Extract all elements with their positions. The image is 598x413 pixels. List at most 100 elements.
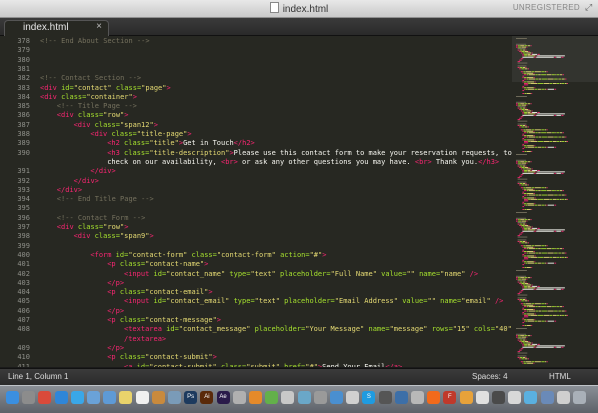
minimap-token (527, 77, 534, 79)
photos-icon[interactable] (151, 391, 165, 404)
indentation-setting[interactable]: Spaces: 4 (472, 372, 508, 381)
code-token: </p> (107, 343, 125, 352)
fullscreen-icon[interactable]: ⤢ (585, 3, 594, 12)
downloads-icon[interactable] (540, 391, 554, 404)
minimap-token (523, 281, 526, 283)
app-icon-3[interactable] (313, 391, 327, 404)
minimap-token (519, 341, 521, 342)
trash-icon[interactable] (573, 391, 586, 404)
minimap-token (547, 194, 554, 196)
minimap-token (517, 352, 528, 354)
minimap[interactable] (512, 36, 598, 367)
minimap-token (552, 74, 555, 76)
notes-icon[interactable] (119, 391, 133, 404)
mail-icon[interactable] (87, 391, 100, 404)
minimap-token (522, 133, 525, 135)
app-icon-6[interactable] (378, 391, 392, 404)
code-token: class= (90, 232, 120, 241)
skype-icon[interactable]: S (362, 391, 376, 404)
minimap-token (516, 38, 527, 39)
after-effects-icon[interactable]: Ae (216, 391, 230, 404)
code-line: <a id="contact-submit" class="submit" hr… (124, 363, 402, 368)
code-token: "container" (86, 92, 133, 101)
minimap-token (524, 200, 529, 202)
minimap-token (526, 168, 532, 170)
illustrator-icon[interactable]: Ai (200, 391, 214, 404)
photoshop-icon[interactable]: Ps (184, 391, 198, 404)
app-icon-8[interactable] (411, 391, 424, 404)
folder-icon[interactable] (103, 391, 117, 404)
filezilla-icon[interactable]: F (443, 391, 457, 404)
app-icon[interactable] (232, 391, 246, 404)
minimap-token (529, 190, 535, 192)
safari-icon[interactable] (54, 391, 68, 404)
app-icon-10[interactable] (475, 391, 489, 404)
line-number: 402 (17, 269, 30, 278)
code-token: class= (119, 139, 150, 148)
minimap-token (524, 109, 528, 110)
code-line: <!-- Contact Section --> (40, 74, 141, 83)
cube-icon[interactable] (297, 391, 311, 404)
app-icon-5[interactable] (346, 391, 360, 404)
app-icon-9[interactable] (459, 391, 473, 404)
app-icon-12[interactable] (508, 391, 522, 404)
minimap-token (527, 335, 531, 337)
app-icon-7[interactable] (394, 391, 408, 404)
code-area[interactable]: <!-- End About Section --> <!-- Contact S… (40, 36, 520, 368)
minimap-token (565, 252, 567, 254)
minimap-token (538, 132, 541, 134)
finder-icon[interactable] (6, 391, 19, 404)
app-icon-4[interactable] (330, 391, 343, 404)
launchpad-icon[interactable] (22, 391, 36, 404)
minimap-token (555, 190, 557, 192)
minimap-token (522, 322, 525, 324)
app-icon-2[interactable] (281, 391, 295, 404)
minimap-token (522, 148, 525, 150)
minimap-token (524, 285, 527, 287)
minimap-token (537, 171, 565, 173)
preview-icon[interactable] (168, 391, 181, 404)
minimap-token (524, 341, 528, 342)
minimap-token (522, 362, 524, 364)
code-editor[interactable]: 378 379 380 381 382 383 384 385 386 387 388 389 390 3… (0, 36, 598, 367)
minimap-token (524, 343, 527, 345)
minimap-token (533, 309, 535, 310)
code-token: <div (90, 130, 108, 138)
chrome-icon[interactable] (38, 391, 52, 404)
code-token: placeholder= (279, 297, 335, 306)
minimap-token (525, 107, 527, 109)
minimap-token (517, 61, 521, 63)
minimap-token (525, 88, 528, 90)
droplet-icon[interactable] (265, 391, 279, 404)
minimap-token (517, 165, 520, 167)
minimap-token (522, 206, 525, 208)
minimap-token (523, 357, 526, 358)
minimap-token (567, 83, 568, 84)
minimap-token (530, 256, 538, 258)
calendar-icon[interactable] (135, 391, 149, 404)
minimap-token (529, 136, 536, 138)
minimap-token (522, 312, 525, 313)
app-icon-11[interactable] (492, 391, 505, 404)
code-token: "Full Name" (330, 269, 377, 278)
minimap-token (543, 314, 550, 316)
minimap-token (537, 53, 540, 55)
minimap-token (554, 88, 557, 90)
code-token: "40" (494, 325, 512, 334)
vlc-icon[interactable] (249, 391, 262, 404)
syntax-selector[interactable]: HTML (549, 372, 571, 381)
minimap-token (560, 198, 562, 200)
minimap-token (545, 187, 547, 189)
registration-label: UNREGISTERED (512, 3, 580, 12)
close-icon[interactable]: × (96, 21, 102, 32)
minimap-token (528, 198, 530, 200)
minimap-token (525, 223, 527, 225)
app-icon-13[interactable] (524, 391, 538, 404)
tab-index-html[interactable]: index.html × (4, 20, 109, 36)
minimap-token (541, 303, 545, 305)
soundcloud-icon[interactable] (427, 391, 441, 404)
twitter-icon[interactable] (70, 391, 84, 404)
app-icon-14[interactable] (556, 391, 570, 404)
minimap-token (518, 46, 521, 48)
minimap-token (523, 203, 527, 205)
